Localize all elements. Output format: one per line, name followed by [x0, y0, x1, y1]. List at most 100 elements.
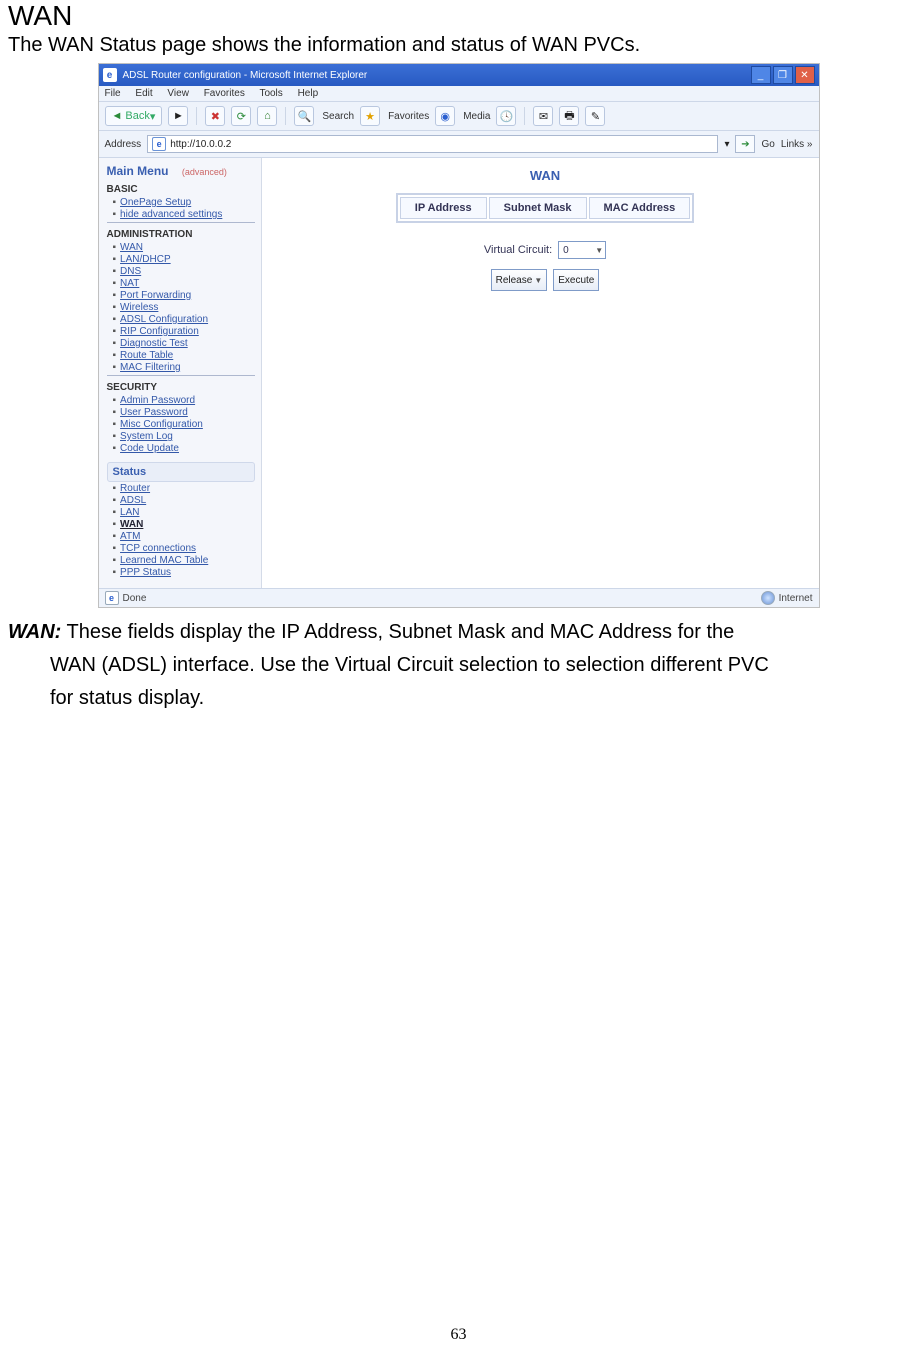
sidebar-item-mactable[interactable]: Learned MAC Table	[113, 555, 255, 566]
home-button[interactable]: ⌂	[257, 106, 277, 126]
menu-favorites[interactable]: Favorites	[204, 88, 245, 99]
sidebar-item-router[interactable]: Router	[113, 483, 255, 494]
sidebar-item-syslog[interactable]: System Log	[113, 431, 255, 442]
vc-label: Virtual Circuit:	[484, 244, 552, 256]
mail-button[interactable]: ✉	[533, 106, 553, 126]
refresh-icon: ⟳	[237, 110, 246, 123]
address-bar: Address e http://10.0.0.2 ▾ ➔ Go Links »	[99, 131, 819, 158]
main-panel: WAN IP Address Subnet Mask MAC Address V…	[262, 158, 819, 588]
body-line1: These fields display the IP Address, Sub…	[61, 621, 734, 643]
sidebar-item-tcpconn[interactable]: TCP connections	[113, 543, 255, 554]
intro-text: The WAN Status page shows the informatio…	[8, 34, 909, 57]
vc-value: 0	[563, 245, 569, 256]
back-label: Back	[125, 110, 149, 122]
wan-heading: WAN	[530, 168, 560, 183]
section-title: WAN	[8, 0, 909, 32]
favorites-label: Favorites	[388, 111, 429, 122]
sidebar-item-diagtest[interactable]: Diagnostic Test	[113, 338, 255, 349]
sidebar-item-landhcp[interactable]: LAN/DHCP	[113, 254, 255, 265]
back-button[interactable]: ◄Back ▾	[105, 106, 163, 126]
refresh-button[interactable]: ⟳	[231, 106, 251, 126]
sidebar-item-dns[interactable]: DNS	[113, 266, 255, 277]
sidebar-item-wan[interactable]: WAN	[113, 242, 255, 253]
sidebar-item-nat[interactable]: NAT	[113, 278, 255, 289]
wan-table: IP Address Subnet Mask MAC Address	[396, 193, 694, 223]
maximize-button[interactable]: ❐	[773, 66, 793, 84]
sidebar-item-ripcfg[interactable]: RIP Configuration	[113, 326, 255, 337]
body-line2: WAN (ADSL) interface. Use the Virtual Ci…	[50, 649, 909, 682]
forward-icon: ►	[173, 110, 184, 122]
release-label: Release	[496, 275, 533, 286]
window-titlebar: e ADSL Router configuration - Microsoft …	[99, 64, 819, 86]
sidebar-item-routetable[interactable]: Route Table	[113, 350, 255, 361]
history-button[interactable]: 🕓	[496, 106, 516, 126]
sidebar-item-codeupd[interactable]: Code Update	[113, 443, 255, 454]
address-label: Address	[105, 139, 142, 150]
sidebar-item-pppstatus[interactable]: PPP Status	[113, 567, 255, 578]
main-menu-header: Main Menu (advanced)	[107, 164, 255, 178]
sidebar-item-misccfg[interactable]: Misc Configuration	[113, 419, 255, 430]
virtual-circuit-row: Virtual Circuit: 0 ▼	[484, 241, 606, 259]
links-label[interactable]: Links »	[781, 139, 813, 150]
favorites-button[interactable]: ★	[360, 106, 380, 126]
chevron-down-icon: ▼	[534, 276, 542, 285]
print-button[interactable]: 🖶	[559, 106, 579, 126]
section-status: Status	[107, 462, 255, 482]
security-zone: Internet	[761, 591, 813, 605]
address-value: http://10.0.0.2	[170, 139, 231, 150]
media-icon: ◉	[440, 110, 450, 123]
sidebar-item-adslcfg[interactable]: ADSL Configuration	[113, 314, 255, 325]
forward-button[interactable]: ►	[168, 106, 188, 126]
stop-button[interactable]: ✖	[205, 106, 225, 126]
sidebar-item-atm[interactable]: ATM	[113, 531, 255, 542]
stop-icon: ✖	[211, 110, 220, 123]
body-label: WAN:	[8, 621, 61, 643]
search-button[interactable]: 🔍	[294, 106, 314, 126]
media-button[interactable]: ◉	[435, 106, 455, 126]
minimize-button[interactable]: _	[751, 66, 771, 84]
menu-edit[interactable]: Edit	[135, 88, 152, 99]
browser-statusbar: e Done Internet	[99, 588, 819, 607]
status-done: Done	[123, 593, 147, 604]
sidebar-item-onepage[interactable]: OnePage Setup	[113, 197, 255, 208]
sidebar-item-macfilter[interactable]: MAC Filtering	[113, 362, 255, 373]
window-title: ADSL Router configuration - Microsoft In…	[123, 70, 368, 81]
history-icon: 🕓	[500, 110, 514, 123]
sidebar-item-portfwd[interactable]: Port Forwarding	[113, 290, 255, 301]
execute-button[interactable]: Execute	[553, 269, 599, 291]
menu-file[interactable]: File	[105, 88, 121, 99]
sidebar-item-wan-status[interactable]: WAN	[113, 519, 255, 530]
release-select[interactable]: Release ▼	[491, 269, 548, 291]
done-icon: e	[105, 591, 119, 605]
chevron-down-icon: ▼	[595, 246, 603, 255]
col-subnet: Subnet Mask	[489, 197, 587, 219]
close-button[interactable]: ✕	[795, 66, 815, 84]
media-label: Media	[463, 111, 490, 122]
internet-zone-icon	[761, 591, 775, 605]
section-security: SECURITY	[107, 382, 255, 393]
page-icon: e	[152, 137, 166, 151]
edit-icon: ✎	[591, 110, 600, 123]
mail-icon: ✉	[539, 110, 548, 123]
sidebar-item-userpwd[interactable]: User Password	[113, 407, 255, 418]
section-admin: ADMINISTRATION	[107, 229, 255, 240]
vc-select[interactable]: 0 ▼	[558, 241, 606, 259]
go-button[interactable]: ➔	[735, 135, 755, 153]
page-number: 63	[0, 1326, 917, 1344]
sidebar: Main Menu (advanced) BASIC OnePage Setup…	[99, 158, 262, 588]
menu-tools[interactable]: Tools	[259, 88, 282, 99]
menu-help[interactable]: Help	[298, 88, 319, 99]
sidebar-item-lan[interactable]: LAN	[113, 507, 255, 518]
edit-button[interactable]: ✎	[585, 106, 605, 126]
menu-view[interactable]: View	[167, 88, 189, 99]
toolbar: ◄Back ▾ ► ✖ ⟳ ⌂ 🔍Search ★Favorites ◉Medi…	[99, 102, 819, 131]
main-menu-sub: (advanced)	[182, 167, 227, 177]
star-icon: ★	[365, 110, 375, 123]
sidebar-item-wireless[interactable]: Wireless	[113, 302, 255, 313]
sidebar-item-adsl[interactable]: ADSL	[113, 495, 255, 506]
address-field[interactable]: e http://10.0.0.2	[147, 135, 718, 153]
button-row: Release ▼ Execute	[491, 269, 600, 291]
menu-bar: File Edit View Favorites Tools Help	[99, 86, 819, 102]
sidebar-item-hideadv[interactable]: hide advanced settings	[113, 209, 255, 220]
sidebar-item-adminpwd[interactable]: Admin Password	[113, 395, 255, 406]
